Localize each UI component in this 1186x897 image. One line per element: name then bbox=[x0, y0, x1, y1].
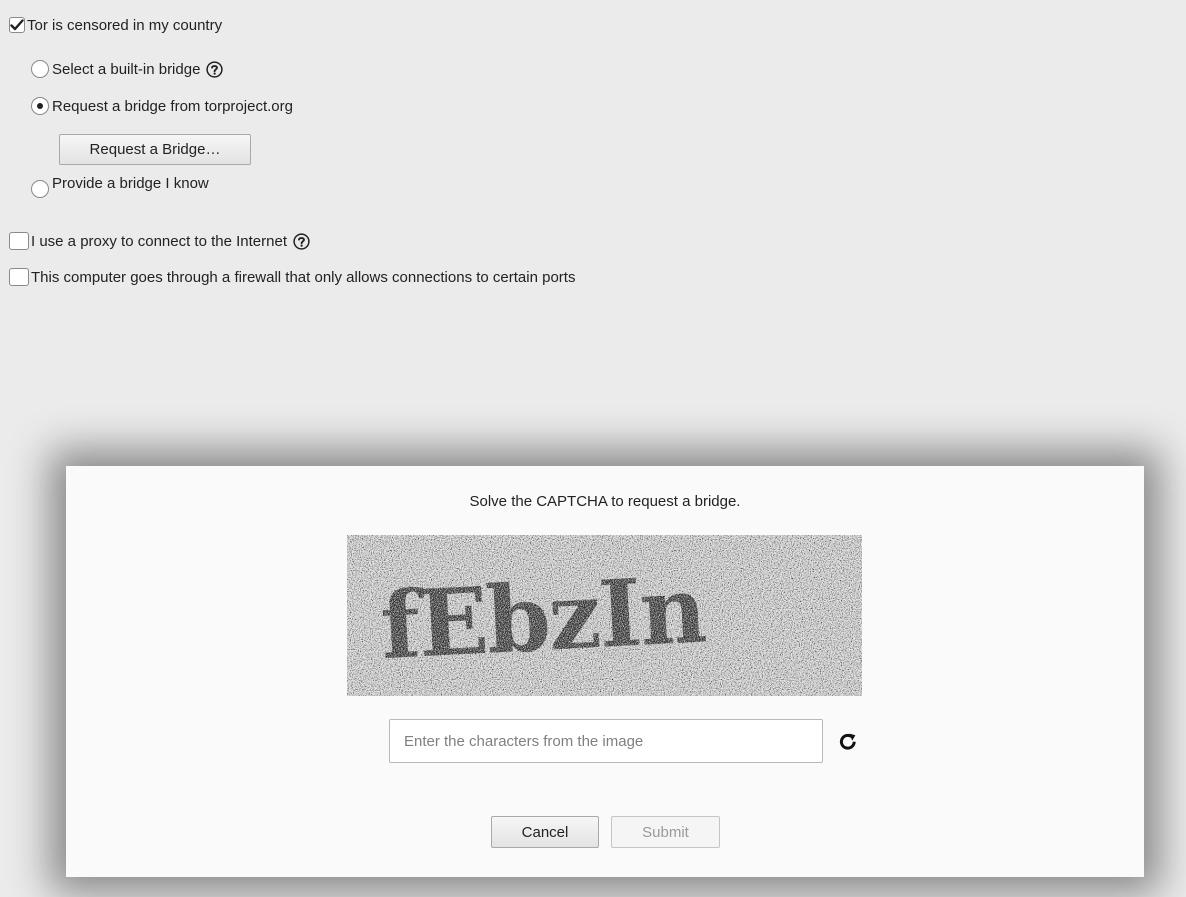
captcha-prompt: Solve the CAPTCHA to request a bridge. bbox=[469, 493, 741, 510]
censored-option[interactable]: Tor is censored in my country bbox=[9, 15, 222, 35]
captcha-dialog: Solve the CAPTCHA to request a bridge. f… bbox=[66, 466, 1144, 877]
submit-button[interactable]: Submit bbox=[611, 816, 720, 848]
request-bridge-button[interactable]: Request a Bridge… bbox=[59, 134, 251, 165]
request-bridge-label: Request a bridge from torproject.org bbox=[52, 97, 293, 115]
tor-network-settings-panel: Tor is censored in my country Select a b… bbox=[0, 0, 1186, 897]
captcha-input[interactable] bbox=[389, 719, 823, 763]
proxy-label: I use a proxy to connect to the Internet bbox=[31, 232, 287, 250]
firewall-label: This computer goes through a firewall th… bbox=[31, 268, 576, 286]
proxy-option[interactable]: I use a proxy to connect to the Internet bbox=[9, 231, 310, 251]
radio-selected-dot bbox=[37, 103, 43, 109]
radio-request-bridge[interactable]: Request a bridge from torproject.org bbox=[31, 96, 293, 116]
censored-label: Tor is censored in my country bbox=[27, 16, 223, 34]
provide-bridge-label: Provide a bridge I know bbox=[52, 174, 209, 192]
captcha-image: fEbzIn bbox=[347, 535, 862, 696]
help-icon[interactable] bbox=[293, 232, 310, 250]
censored-checkbox[interactable] bbox=[9, 17, 25, 33]
radio-provide-bridge[interactable]: Provide a bridge I know bbox=[31, 173, 209, 198]
radio-builtin-bridge[interactable]: Select a built-in bridge bbox=[31, 59, 224, 79]
request-bridge-radio[interactable] bbox=[31, 97, 49, 115]
checkmark-icon bbox=[10, 19, 24, 31]
proxy-checkbox[interactable] bbox=[9, 232, 29, 250]
cancel-button[interactable]: Cancel bbox=[491, 816, 599, 848]
reload-icon[interactable] bbox=[836, 731, 860, 753]
builtin-bridge-label: Select a built-in bridge bbox=[52, 60, 201, 78]
firewall-option[interactable]: This computer goes through a firewall th… bbox=[9, 267, 575, 287]
help-icon[interactable] bbox=[206, 60, 224, 78]
firewall-checkbox[interactable] bbox=[9, 268, 29, 286]
captcha-text: fEbzIn bbox=[378, 555, 708, 680]
builtin-bridge-radio[interactable] bbox=[31, 60, 49, 78]
provide-bridge-radio[interactable] bbox=[31, 180, 49, 198]
